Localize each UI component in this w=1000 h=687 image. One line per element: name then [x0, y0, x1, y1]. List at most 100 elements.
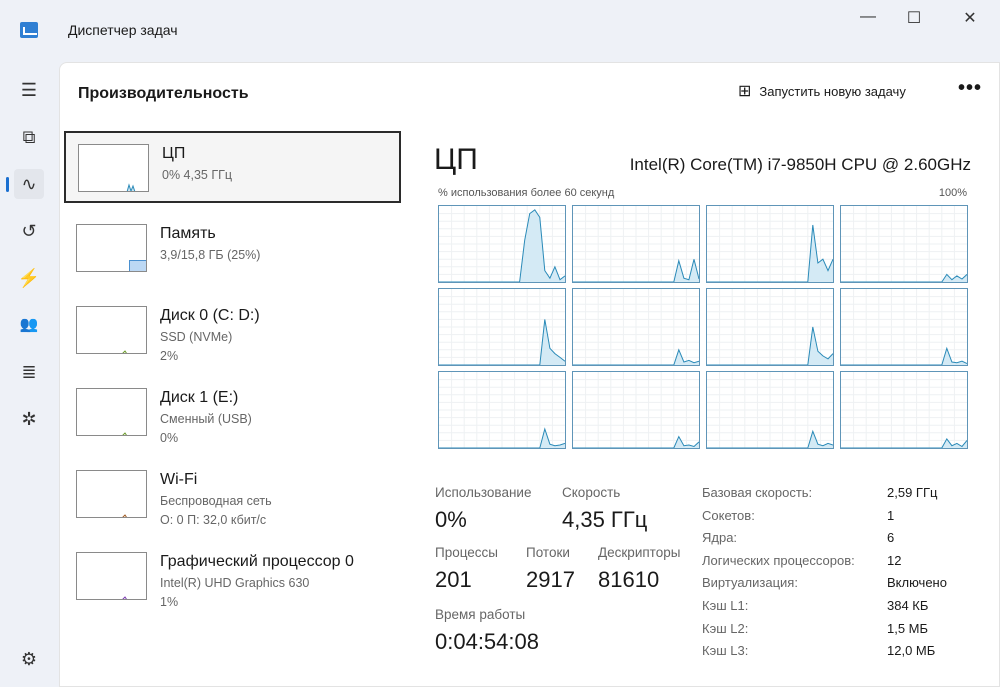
main-panel: Производительность ⊞ Запустить новую зад… — [59, 62, 1000, 687]
graph-label: % использования более 60 секунд — [438, 187, 615, 199]
cpu-core-graph — [840, 288, 968, 366]
users-icon[interactable]: 👥 — [14, 310, 44, 340]
settings-icon[interactable]: ⚙ — [14, 644, 44, 674]
cpu-core-graph — [706, 288, 834, 366]
resource-item[interactable]: ЦП 0% 4,35 ГГц — [64, 131, 401, 203]
details-icon[interactable]: ≣ — [14, 357, 44, 387]
title-bar: Диспетчер задач — ☐ ✕ — [0, 0, 1000, 60]
thumb-line — [122, 514, 127, 517]
menu-icon[interactable]: ☰ — [14, 75, 44, 105]
startup-icon[interactable]: ⚡ — [14, 263, 44, 293]
thumb-line — [122, 432, 127, 435]
resource-value: 1% — [160, 595, 179, 609]
threads-label: Потоки — [526, 545, 570, 560]
resource-thumbnail-graph — [76, 224, 147, 272]
detail-value: 12 — [887, 552, 902, 568]
resource-name: Память — [160, 225, 216, 242]
detail-value: 1,5 МБ — [887, 620, 929, 636]
cpu-core-graph — [572, 205, 700, 283]
close-button[interactable]: ✕ — [948, 8, 992, 28]
window-title: Диспетчер задач — [68, 22, 178, 38]
memory-fill — [129, 259, 146, 271]
usage-value: 0% — [435, 507, 467, 532]
thumb-line — [122, 596, 127, 599]
cpu-thumb-line — [126, 183, 136, 191]
resource-subtitle: 0% 4,35 ГГц — [162, 168, 233, 182]
more-options-button[interactable]: ••• — [958, 77, 982, 100]
cpu-core-graph — [572, 371, 700, 449]
resource-item[interactable]: Диск 1 (E:) Сменный (USB) 0% — [64, 377, 401, 449]
detail-label: Кэш L3: — [702, 643, 749, 659]
resource-value: О: 0 П: 32,0 кбит/с — [160, 513, 267, 527]
cpu-core-graph — [706, 371, 834, 449]
usage-label: Использование — [435, 485, 532, 500]
resource-thumbnail-graph — [76, 470, 147, 518]
cpu-heading: ЦП — [434, 143, 478, 176]
run-new-task-button[interactable]: ⊞ Запустить новую задачу — [738, 81, 906, 101]
resource-subtitle: Беспроводная сеть — [160, 494, 272, 508]
resource-value: 0% — [160, 431, 179, 445]
graph-max-label: 100% — [938, 187, 967, 199]
resource-thumbnail-graph — [76, 388, 147, 436]
detail-value: 6 — [887, 530, 895, 546]
speed-label: Скорость — [562, 485, 621, 500]
resource-item[interactable]: Диск 0 (C: D:) SSD (NVMe) 2% — [64, 295, 401, 367]
page-title: Производительность — [78, 85, 249, 102]
resource-subtitle: Intel(R) UHD Graphics 630 — [160, 576, 310, 590]
cpu-core-graph — [706, 205, 834, 283]
resource-name: Диск 0 (C: D:) — [160, 307, 260, 324]
thumb-line — [122, 350, 127, 353]
handles-value: 81610 — [598, 567, 660, 592]
resource-name: Wi-Fi — [160, 471, 198, 488]
maximize-button[interactable]: ☐ — [892, 8, 936, 28]
cpu-core-graph — [840, 371, 968, 449]
processes-icon[interactable]: ⧉ — [14, 122, 44, 152]
detail-value: 384 КБ — [887, 598, 929, 613]
cpu-model: Intel(R) Core(TM) i7-9850H CPU @ 2.60GHz — [629, 155, 971, 174]
detail-value: 12,0 МБ — [887, 643, 936, 659]
detail-value: 2,59 ГГц — [887, 485, 938, 500]
history-icon[interactable]: ↺ — [14, 216, 44, 246]
minimize-button[interactable]: — — [846, 8, 890, 28]
detail-label: Базовая скорость: — [702, 485, 813, 500]
cpu-core-graph — [438, 205, 566, 283]
detail-label: Сокетов: — [702, 507, 755, 523]
uptime-value: 0:04:54:08 — [435, 629, 539, 654]
detail-label: Логических процессоров: — [702, 552, 855, 568]
uptime-label: Время работы — [435, 607, 526, 622]
resource-thumbnail-graph — [76, 306, 147, 354]
cpu-core-graph — [840, 205, 968, 283]
resource-thumbnail-graph — [78, 144, 149, 192]
threads-value: 2917 — [526, 567, 575, 592]
resource-thumbnail-graph — [76, 552, 147, 600]
resource-subtitle: Сменный (USB) — [160, 412, 252, 426]
services-icon[interactable]: ✲ — [14, 404, 44, 434]
detail-value: Включено — [887, 575, 947, 591]
new-task-icon: ⊞ — [738, 83, 752, 100]
cpu-core-graph — [438, 371, 566, 449]
resource-value: 2% — [160, 349, 179, 363]
detail-label: Ядра: — [702, 530, 738, 546]
processes-value: 201 — [435, 567, 472, 592]
resource-name: Графический процессор 0 — [160, 553, 354, 570]
processes-label: Процессы — [435, 545, 499, 560]
detail-label: Виртуализация: — [702, 575, 798, 591]
cpu-core-graphs — [438, 205, 968, 449]
resource-subtitle: 3,9/15,8 ГБ (25%) — [160, 248, 261, 262]
resource-subtitle: SSD (NVMe) — [160, 330, 233, 344]
detail-value: 1 — [887, 507, 895, 523]
cpu-core-graph — [438, 288, 566, 366]
app-icon — [20, 22, 38, 38]
resource-item[interactable]: Память 3,9/15,8 ГБ (25%) — [64, 213, 401, 285]
detail-label: Кэш L2: — [702, 620, 749, 636]
handles-label: Дескрипторы — [598, 545, 681, 560]
resource-name: Диск 1 (E:) — [160, 389, 239, 406]
resource-item[interactable]: Графический процессор 0 Intel(R) UHD Grap… — [64, 541, 401, 613]
resource-item[interactable]: Wi-Fi Беспроводная сеть О: 0 П: 32,0 кбит/… — [64, 459, 401, 531]
cpu-core-graph — [572, 288, 700, 366]
resource-name: ЦП — [162, 145, 186, 162]
run-task-label: Запустить новую задачу — [759, 83, 906, 99]
speed-value: 4,35 ГГц — [562, 507, 648, 532]
detail-label: Кэш L1: — [702, 598, 749, 613]
performance-icon[interactable]: ∿ — [6, 169, 44, 199]
